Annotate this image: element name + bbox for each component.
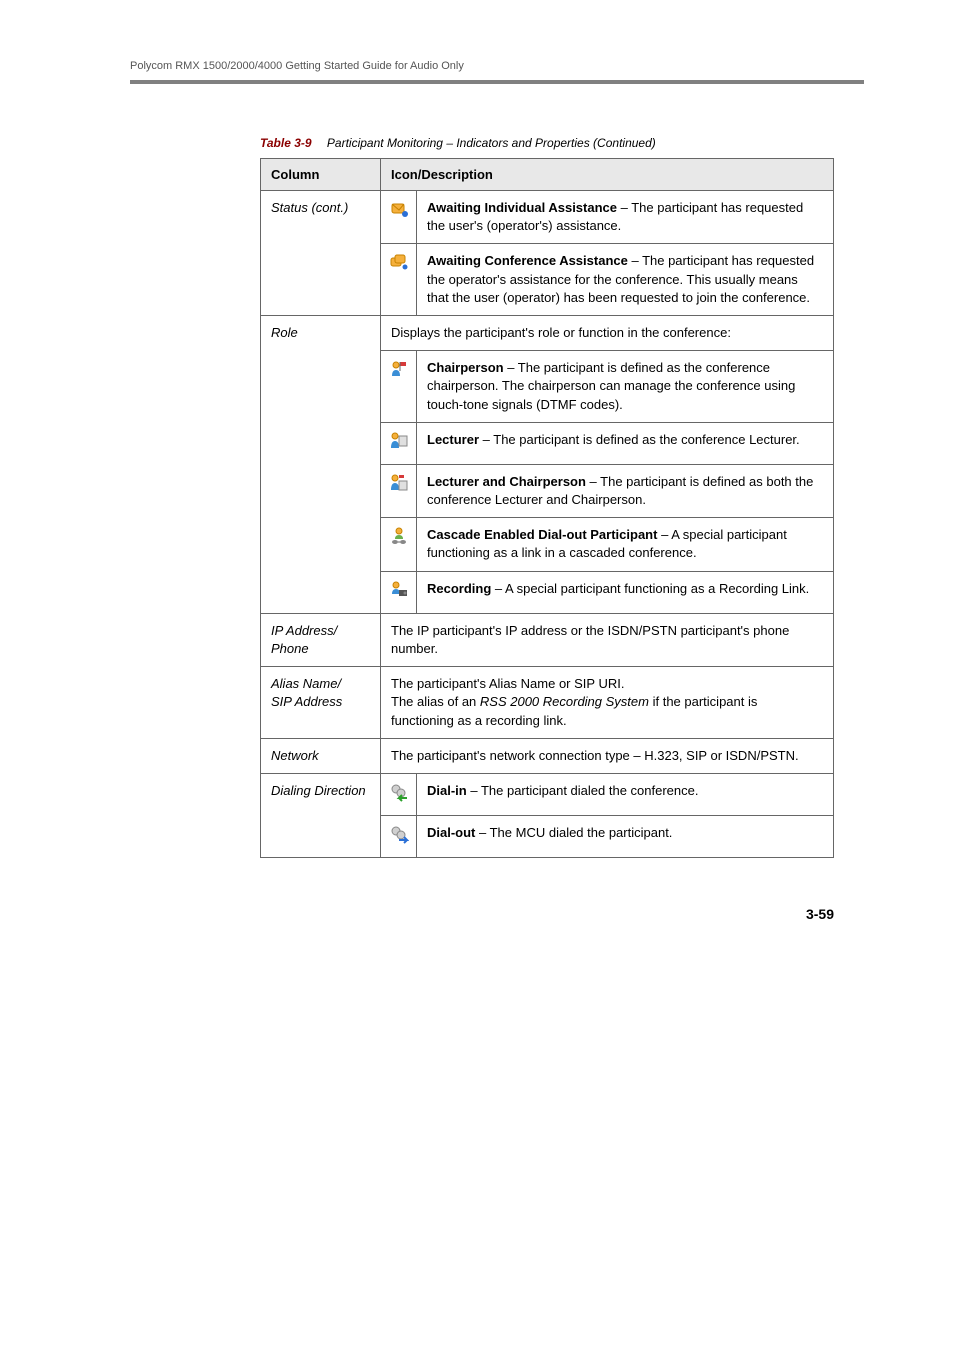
cell-dial-out-desc: Dial-out – The MCU dialed the participan…: [417, 816, 834, 858]
await-conference-icon: [381, 244, 417, 316]
cell-dialing-label: Dialing Direction: [261, 773, 381, 857]
bold-text: Awaiting Conference Assistance: [427, 253, 628, 268]
indicators-table: Column Icon/Description Status (cont.) A…: [260, 158, 834, 858]
cell-ip-phone-label: IP Address/ Phone: [261, 613, 381, 666]
cell-chairperson-desc: Chairperson – The participant is defined…: [417, 351, 834, 423]
desc-text: – The participant dialed the conference.: [467, 783, 699, 798]
running-header: Polycom RMX 1500/2000/4000 Getting Start…: [130, 60, 864, 72]
page-number: 3-59: [90, 906, 834, 922]
table-row: Status (cont.) Awaiting Individual Assis…: [261, 191, 834, 244]
table-row: Alias Name/ SIP Address The participant'…: [261, 667, 834, 739]
cell-ip-phone-desc: The IP participant's IP address or the I…: [381, 613, 834, 666]
bold-text: Lecturer and Chairperson: [427, 474, 586, 489]
bold-text: Awaiting Individual Assistance: [427, 200, 617, 215]
alias-italic: RSS 2000 Recording System: [480, 694, 649, 709]
bold-text: Dial-in: [427, 783, 467, 798]
table-container: Table 3-9 Participant Monitoring – Indic…: [260, 136, 834, 858]
cell-role-label: Role: [261, 315, 381, 613]
bold-text: Dial-out: [427, 825, 475, 840]
table-header-row: Column Icon/Description: [261, 159, 834, 191]
await-individual-icon: [381, 191, 417, 244]
cell-alias-label: Alias Name/ SIP Address: [261, 667, 381, 739]
cell-role-intro: Displays the participant's role or funct…: [381, 315, 834, 350]
col-header-icon-desc: Icon/Description: [381, 159, 834, 191]
cell-network-desc: The participant's network connection typ…: [381, 738, 834, 773]
cell-dial-in-desc: Dial-in – The participant dialed the con…: [417, 773, 834, 815]
table-row: Network The participant's network connec…: [261, 738, 834, 773]
table-label: Table 3-9: [260, 136, 312, 150]
recording-icon: [381, 571, 417, 613]
cell-lecturer-chair-desc: Lecturer and Chairperson – The participa…: [417, 464, 834, 517]
desc-text: – The MCU dialed the participant.: [475, 825, 672, 840]
bold-text: Recording: [427, 581, 491, 596]
desc-text: – A special participant functioning as a…: [491, 581, 809, 596]
cell-status-cont-label: Status (cont.): [261, 191, 381, 316]
bold-text: Cascade Enabled Dial-out Participant: [427, 527, 657, 542]
lecturer-icon: [381, 422, 417, 464]
header-rule: [130, 80, 864, 84]
table-caption: Table 3-9 Participant Monitoring – Indic…: [260, 136, 834, 150]
desc-text: – The participant is defined as the conf…: [479, 432, 800, 447]
page-content: Polycom RMX 1500/2000/4000 Getting Start…: [0, 0, 954, 962]
cell-await-conference-desc: Awaiting Conference Assistance – The par…: [417, 244, 834, 316]
col-header-column: Column: [261, 159, 381, 191]
table-row: Dialing Direction Dial-in – The particip…: [261, 773, 834, 815]
cell-lecturer-desc: Lecturer – The participant is defined as…: [417, 422, 834, 464]
cell-network-label: Network: [261, 738, 381, 773]
cell-await-individual-desc: Awaiting Individual Assistance – The par…: [417, 191, 834, 244]
table-row: Role Displays the participant's role or …: [261, 315, 834, 350]
chairperson-icon: [381, 351, 417, 423]
dial-out-icon: [381, 816, 417, 858]
table-row: IP Address/ Phone The IP participant's I…: [261, 613, 834, 666]
cell-recording-desc: Recording – A special participant functi…: [417, 571, 834, 613]
table-title: Participant Monitoring – Indicators and …: [327, 136, 656, 150]
lecturer-chairperson-icon: [381, 464, 417, 517]
cell-alias-desc: The participant's Alias Name or SIP URI.…: [381, 667, 834, 739]
cascade-icon: [381, 518, 417, 571]
cell-cascade-desc: Cascade Enabled Dial-out Participant – A…: [417, 518, 834, 571]
bold-text: Chairperson: [427, 360, 504, 375]
bold-text: Lecturer: [427, 432, 479, 447]
dial-in-icon: [381, 773, 417, 815]
